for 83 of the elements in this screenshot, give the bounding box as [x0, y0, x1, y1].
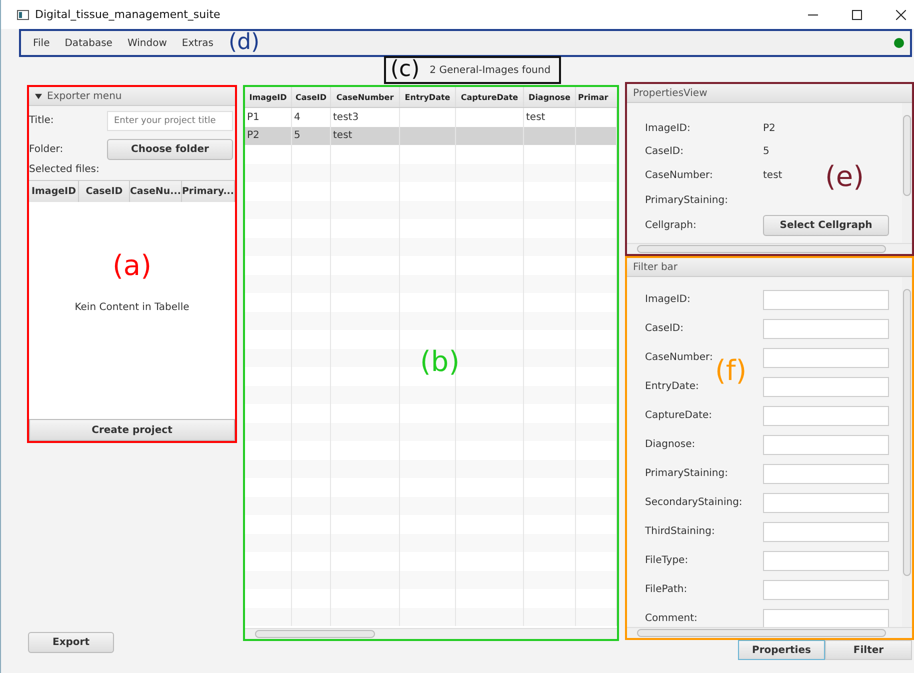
select-cellgraph-button[interactable]: Select Cellgraph — [763, 214, 889, 236]
filter-field[interactable] — [763, 492, 889, 512]
field-label: Title: — [29, 115, 55, 126]
column-header[interactable]: Primar — [576, 87, 617, 107]
property-label: PrimaryStaining: — [645, 194, 729, 206]
column-header[interactable]: CaseID — [292, 87, 331, 107]
filter-field[interactable] — [763, 290, 889, 310]
horizontal-scrollbar[interactable] — [627, 243, 912, 254]
filter-label: FilePath: — [645, 584, 688, 595]
property-value: 5 — [763, 146, 770, 156]
column-header[interactable]: ImageID — [245, 87, 292, 107]
filter-label: FileType: — [645, 555, 690, 566]
property-label: CaseID: — [645, 146, 684, 156]
property-label: CaseNumber: — [645, 170, 714, 180]
close-icon[interactable] — [896, 10, 906, 20]
annotation-label: (e) — [825, 163, 864, 191]
project-title-field[interactable]: Enter your project title — [107, 110, 233, 130]
tab[interactable]: Properties — [738, 640, 825, 660]
menu-item[interactable]: Window — [127, 38, 167, 48]
filter-label: CaseID: — [645, 323, 684, 334]
export-button[interactable]: Export — [28, 632, 114, 653]
filter-label: Diagnose: — [645, 439, 696, 450]
vertical-scrollbar[interactable] — [902, 277, 912, 627]
filter-field[interactable] — [763, 550, 889, 570]
filter-field[interactable] — [763, 580, 889, 600]
filter-field[interactable] — [763, 464, 889, 484]
vertical-scrollbar[interactable] — [902, 103, 912, 243]
table-row[interactable]: P1 4 test3 test — [245, 108, 617, 126]
filter-label: ThirdStaining: — [645, 526, 716, 537]
filter-field[interactable] — [763, 406, 889, 426]
choose-folder-button[interactable]: Choose folder — [107, 139, 233, 160]
horizontal-scrollbar[interactable] — [627, 627, 912, 638]
tab[interactable]: Filter — [825, 640, 912, 660]
filter-field[interactable] — [763, 434, 889, 454]
column-header[interactable]: Diagnose — [524, 87, 576, 107]
filter-label: EntryDate: — [645, 381, 700, 392]
filter-label: PrimaryStaining: — [645, 468, 729, 479]
filter-field[interactable] — [763, 608, 889, 627]
filter-field[interactable] — [763, 522, 889, 542]
annotation-label: (a) — [112, 252, 152, 280]
field-label: Folder: — [29, 144, 64, 155]
column-header[interactable]: EntryDate — [400, 87, 456, 107]
filter-label: CaseNumber: — [645, 352, 714, 363]
annotation-label: (b) — [420, 348, 460, 376]
property-value: test — [763, 170, 782, 180]
field-label: Selected files: — [29, 164, 100, 177]
column-header[interactable]: CaseNumber — [331, 87, 400, 107]
empty-table-text: Kein Content in Tabelle — [74, 302, 190, 313]
property-value: P2 — [763, 122, 776, 134]
table-cell: test3 — [333, 112, 359, 123]
annotation-label: (c) — [390, 59, 420, 81]
table-cell: test — [333, 130, 352, 142]
filter-field[interactable] — [763, 318, 889, 338]
exporter-header[interactable]: Exporter menu — [29, 87, 235, 106]
table-cell: P1 — [247, 112, 260, 123]
filter-label: ImageID: — [645, 294, 692, 305]
app-icon — [17, 10, 29, 20]
panel-title: Filter bar — [627, 258, 912, 277]
create-project-button[interactable]: Create project — [29, 419, 235, 441]
horizontal-scrollbar[interactable] — [245, 628, 617, 639]
table-cell: P2 — [247, 130, 260, 142]
table-row[interactable]: P2 5 test — [245, 126, 617, 145]
filter-label: Comment: — [645, 613, 698, 624]
filter-label: SecondaryStaining: — [645, 497, 744, 508]
property-label: Cellgraph: — [645, 220, 698, 230]
table-cell: 4 — [294, 112, 300, 123]
panel-title: PropertiesView — [627, 84, 912, 103]
annotation-label: (d) — [228, 32, 260, 54]
panel-title: Exporter menu — [47, 90, 122, 102]
property-label: ImageID: — [645, 122, 692, 134]
filter-label: CaptureDate: — [645, 410, 714, 421]
filter-field[interactable] — [763, 348, 889, 368]
menu-item[interactable]: File — [33, 38, 50, 48]
column-header[interactable]: CaptureDate — [456, 87, 524, 107]
filter-field[interactable] — [763, 376, 889, 396]
annotation-label: (f) — [715, 357, 747, 385]
maximize-icon[interactable] — [852, 10, 862, 20]
menu-item[interactable]: Database — [64, 38, 112, 48]
table-cell: test — [526, 112, 546, 123]
window-title: Digital_tissue_management_suite — [35, 8, 220, 21]
table-cell: 5 — [294, 130, 300, 142]
menu-item[interactable]: Extras — [182, 38, 214, 48]
result-count-text: 2 General-Images found — [430, 64, 551, 76]
